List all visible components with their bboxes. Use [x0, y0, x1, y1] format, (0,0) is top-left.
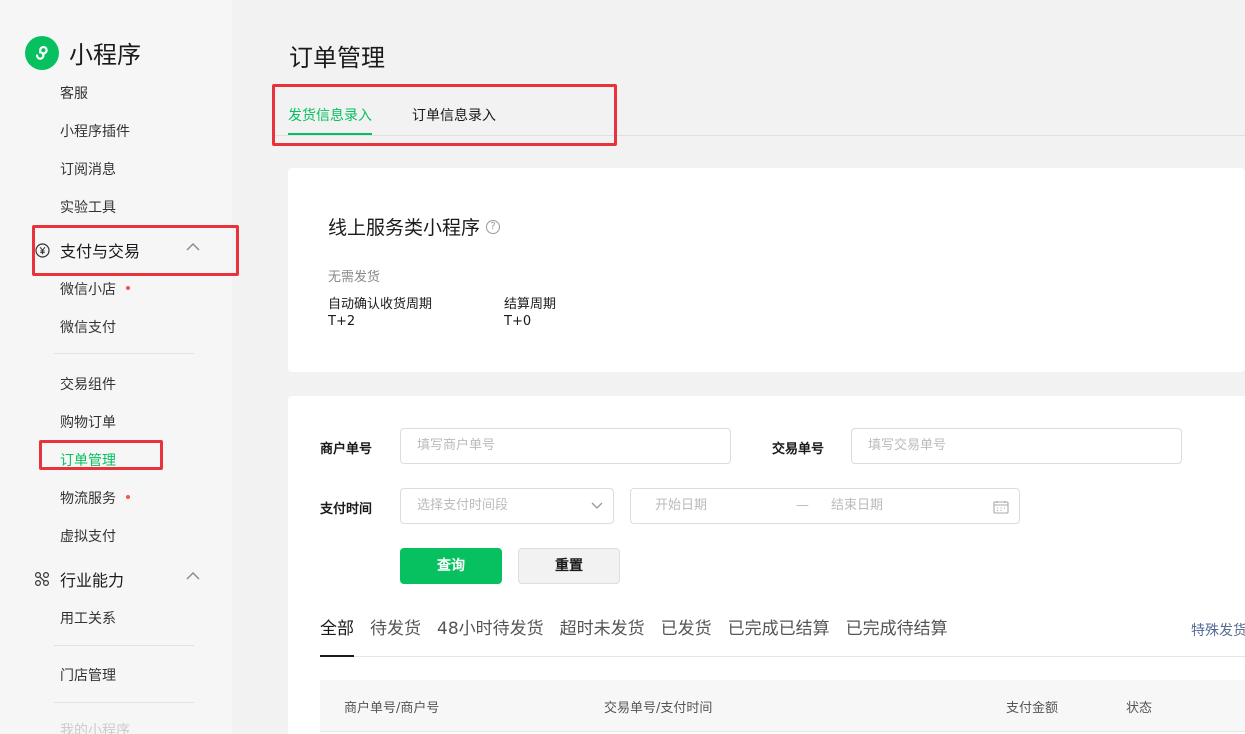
notification-dot — [126, 495, 130, 499]
sidebar-group-industry[interactable]: 行业能力 — [34, 567, 124, 591]
sidebar-item-virtual-payment[interactable]: 虚拟支付 — [60, 526, 116, 546]
status-tabs-divider — [320, 656, 1245, 657]
trade-no-input[interactable]: 填写交易单号 — [851, 428, 1182, 464]
status-tab-shipped[interactable]: 已发货 — [661, 614, 712, 639]
column-header-amount: 支付金额 — [1006, 701, 1059, 716]
page-tabs: 发货信息录入 订单信息录入 — [272, 80, 1245, 136]
status-tab-48h-pending[interactable]: 48小时待发货 — [437, 614, 544, 639]
sidebar-group-payment-label: 支付与交易 — [60, 242, 141, 261]
date-separator: — — [796, 498, 809, 513]
sidebar-item-label: 微信小店 — [60, 282, 116, 298]
status-tab-pending-shipment[interactable]: 待发货 — [370, 614, 421, 639]
sidebar-item-store-management[interactable]: 门店管理 — [60, 665, 116, 685]
sidebar-divider — [54, 702, 194, 703]
column-header-merchant-no: 商户单号/商户号 — [344, 701, 440, 716]
status-tab-all[interactable]: 全部 — [320, 614, 354, 639]
app-logo[interactable]: 小程序 — [25, 35, 141, 70]
sidebar-item-label: 物流服务 — [60, 491, 116, 507]
end-date-input[interactable]: 结束日期 — [831, 489, 883, 523]
sidebar-item-wechat-store[interactable]: 微信小店 — [60, 279, 130, 299]
order-filter-card: 商户单号 填写商户单号 交易单号 填写交易单号 支付时间 选择支付时间段 开始日… — [288, 396, 1245, 734]
chevron-up-icon[interactable] — [186, 242, 200, 252]
settlement-value: T+0 — [504, 314, 532, 329]
sidebar-item-shopping-orders[interactable]: 购物订单 — [60, 412, 116, 432]
sidebar: 小程序 客服 小程序插件 订阅消息 实验工具 支付与交易 微信小店 微信支付 交… — [0, 0, 232, 734]
start-date-input[interactable]: 开始日期 — [655, 489, 707, 523]
active-status-indicator — [320, 655, 354, 657]
chevron-down-icon — [591, 502, 603, 509]
page-title: 订单管理 — [289, 44, 385, 72]
no-shipping-text: 无需发货 — [328, 270, 381, 285]
pay-time-label: 支付时间 — [320, 502, 373, 517]
calendar-icon — [993, 501, 1009, 514]
column-header-status: 状态 — [1126, 701, 1153, 716]
auto-confirm-value: T+2 — [328, 314, 356, 329]
merchant-no-input[interactable]: 填写商户单号 — [400, 428, 731, 464]
special-shipping-link[interactable]: 特殊发货 — [1191, 620, 1245, 640]
summary-title: 线上服务类小程序 ? — [328, 213, 501, 240]
auto-confirm-label: 自动确认收货周期 — [328, 297, 433, 312]
merchant-no-label: 商户单号 — [320, 442, 373, 457]
industry-nodes-icon — [34, 571, 50, 587]
app-name: 小程序 — [69, 41, 141, 69]
tab-order-info[interactable]: 订单信息录入 — [412, 105, 496, 125]
date-range-picker[interactable]: 开始日期 — 结束日期 — [630, 488, 1020, 524]
sidebar-item-trade-component[interactable]: 交易组件 — [60, 374, 116, 394]
yuan-icon — [34, 242, 50, 258]
summary-title-text: 线上服务类小程序 — [328, 217, 481, 239]
sidebar-item-subscribe-messages[interactable]: 订阅消息 — [60, 159, 116, 179]
column-header-trade-no: 交易单号/支付时间 — [604, 701, 713, 716]
sidebar-item-order-management[interactable]: 订单管理 — [60, 450, 116, 470]
sidebar-divider — [54, 353, 194, 354]
sidebar-item-employment[interactable]: 用工关系 — [60, 608, 116, 628]
sidebar-group-industry-label: 行业能力 — [60, 571, 125, 590]
sidebar-item-plugins[interactable]: 小程序插件 — [60, 121, 130, 141]
sidebar-divider — [54, 645, 194, 646]
tab-shipping-info[interactable]: 发货信息录入 — [288, 105, 372, 125]
order-status-tabs: 全部 待发货 48小时待发货 超时未发货 已发货 已完成已结算 已完成待结算 — [320, 614, 964, 639]
sidebar-item-my-miniprogram[interactable]: 我的小程序 — [60, 720, 130, 734]
sidebar-item-customer-service[interactable]: 客服 — [60, 83, 88, 103]
pay-time-select-value: 选择支付时间段 — [417, 498, 509, 513]
orders-table-header: 商户单号/商户号 交易单号/支付时间 支付金额 状态 — [320, 680, 1245, 732]
pay-time-select[interactable]: 选择支付时间段 — [400, 488, 614, 524]
chevron-up-icon[interactable] — [186, 571, 200, 581]
active-tab-indicator — [288, 133, 372, 135]
notification-dot — [126, 286, 130, 290]
status-tab-overdue[interactable]: 超时未发货 — [560, 614, 645, 639]
miniprogram-logo-icon — [25, 35, 59, 70]
status-tab-completed-unsettled[interactable]: 已完成待结算 — [846, 614, 948, 639]
sidebar-item-lab-tools[interactable]: 实验工具 — [60, 197, 116, 217]
service-summary-card: 线上服务类小程序 ? 无需发货 自动确认收货周期 T+2 结算周期 T+0 — [288, 168, 1245, 372]
help-icon[interactable]: ? — [486, 219, 501, 234]
sidebar-item-wechat-pay[interactable]: 微信支付 — [60, 317, 116, 337]
query-button[interactable]: 查询 — [400, 548, 502, 584]
sidebar-item-logistics[interactable]: 物流服务 — [60, 488, 130, 508]
settlement-label: 结算周期 — [504, 297, 557, 312]
sidebar-group-payment[interactable]: 支付与交易 — [34, 238, 140, 262]
status-tab-completed-settled[interactable]: 已完成已结算 — [728, 614, 830, 639]
reset-button[interactable]: 重置 — [518, 548, 620, 584]
trade-no-label: 交易单号 — [772, 442, 825, 457]
